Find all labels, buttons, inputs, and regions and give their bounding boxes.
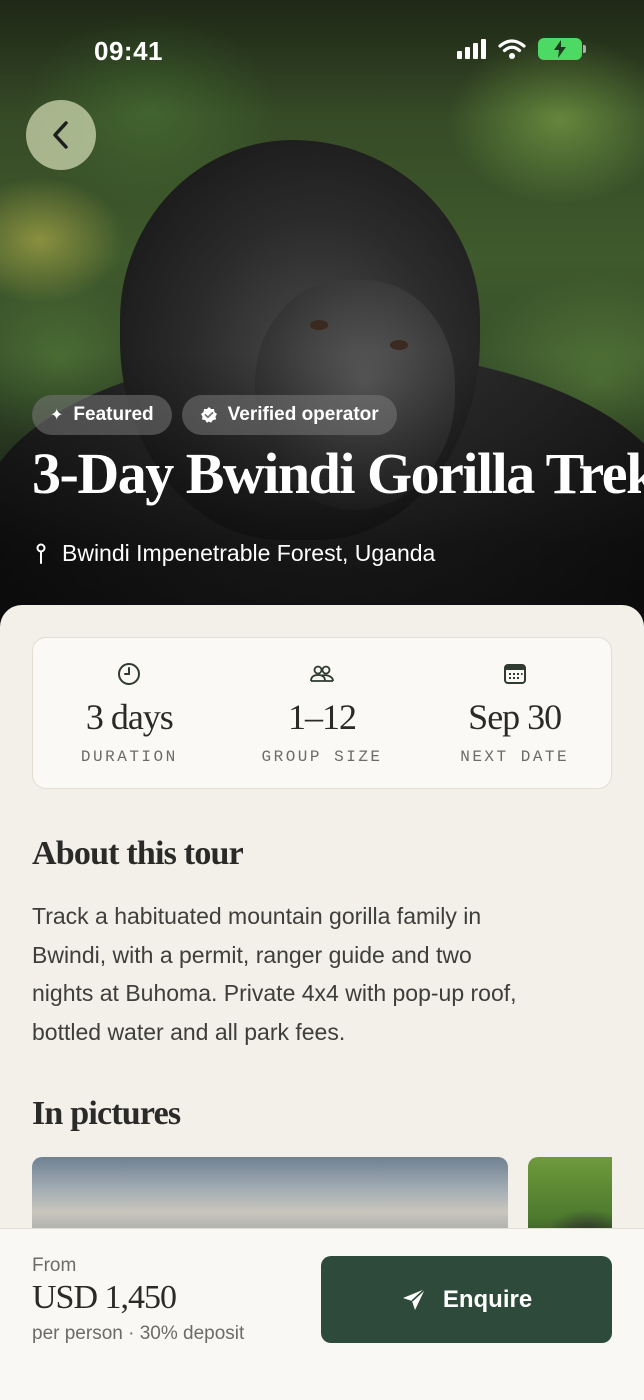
sparkle-icon: ✦ xyxy=(50,407,64,424)
group-size-label: GROUP SIZE xyxy=(261,748,383,766)
verified-badge-label: Verified operator xyxy=(227,404,379,425)
duration-value: 3 days xyxy=(85,697,174,737)
next-date-value: Sep 30 xyxy=(468,697,562,737)
stat-next-date: Sep 30 NEXT DATE xyxy=(418,638,611,788)
about-line: Bwindi, with a permit, ranger guide and … xyxy=(32,941,472,968)
next-date-label: NEXT DATE xyxy=(460,748,570,766)
tour-title: 3-Day Bwindi Gorilla Trek xyxy=(32,441,644,506)
clock-icon xyxy=(118,663,141,685)
status-time: 09:41 xyxy=(94,36,163,66)
pictures-title: In pictures xyxy=(32,1095,181,1132)
enquire-button[interactable]: Enquire xyxy=(321,1256,612,1343)
duration-label: DURATION xyxy=(80,748,178,766)
about-line: nights at Buhoma. Private 4x4 with pop-u… xyxy=(32,980,517,1006)
enquire-label: Enquire xyxy=(442,1285,533,1313)
calendar-icon xyxy=(503,664,526,684)
stat-group-size: 1–12 GROUP SIZE xyxy=(226,638,419,788)
verified-badge: Verified operator xyxy=(181,395,397,435)
about-line: bottled water and all park fees. xyxy=(32,1018,346,1045)
stat-duration: 3 days DURATION xyxy=(33,638,226,788)
chevron-left-icon xyxy=(53,121,68,149)
about-line: Track a habituated mountain gorilla fami… xyxy=(32,903,482,929)
about-description: Track a habituated mountain gorilla fami… xyxy=(32,897,602,1051)
price-note: per person · 30% deposit xyxy=(32,1323,245,1344)
featured-badge-label: Featured xyxy=(73,404,154,425)
price-value: USD 1,450 xyxy=(32,1279,177,1316)
pin-icon xyxy=(36,543,46,564)
featured-badge: ✦ Featured xyxy=(32,395,172,435)
send-icon xyxy=(402,1287,426,1310)
location-label: Bwindi Impenetrable Forest, Uganda xyxy=(62,540,436,566)
price-from-label: From xyxy=(32,1255,77,1276)
tour-location: Bwindi Impenetrable Forest, Uganda xyxy=(36,540,435,567)
group-icon xyxy=(310,665,334,682)
back-button[interactable] xyxy=(26,100,96,170)
stats-card: 3 days DURATION 1–12 GROUP SIZE Sep 30 N… xyxy=(32,637,612,789)
hero-badges: ✦ Featured Verified operator xyxy=(32,395,397,435)
about-title: About this tour xyxy=(32,835,244,872)
battery-icon xyxy=(538,38,586,60)
wifi-icon xyxy=(498,39,526,59)
status-icons xyxy=(457,38,586,60)
group-size-value: 1–12 xyxy=(288,697,357,737)
verified-icon xyxy=(200,407,217,423)
booking-bar: From USD 1,450 per person · 30% deposit … xyxy=(0,1228,644,1400)
signal-icon xyxy=(457,39,486,59)
